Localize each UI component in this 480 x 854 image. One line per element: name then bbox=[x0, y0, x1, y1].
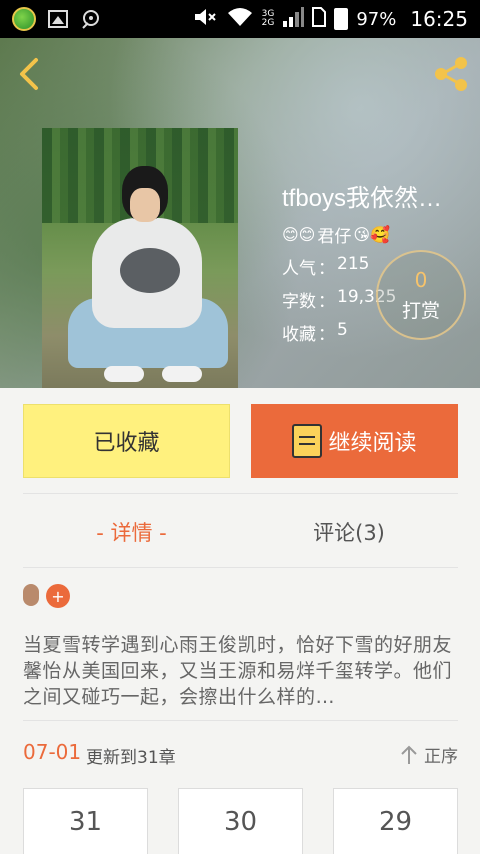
favorites-value: 5 bbox=[337, 320, 348, 340]
mute-icon bbox=[192, 6, 218, 33]
cover-shoe-right bbox=[162, 366, 202, 382]
book-cover[interactable] bbox=[42, 128, 238, 388]
tab-comments[interactable]: 评论(3) bbox=[240, 510, 458, 554]
book-icon bbox=[292, 424, 323, 458]
favorited-label: 已收藏 bbox=[93, 431, 160, 456]
sync-icon bbox=[80, 8, 104, 30]
divider bbox=[23, 567, 458, 568]
chevron-left-icon bbox=[20, 58, 38, 90]
tab-detail[interactable]: - 详情 - bbox=[23, 510, 240, 554]
tag-chip[interactable] bbox=[23, 584, 39, 606]
tab-detail-label: - 详情 - bbox=[96, 521, 167, 545]
plus-icon: + bbox=[51, 586, 65, 606]
share-icon bbox=[435, 57, 467, 91]
update-date: 07-01 bbox=[23, 740, 82, 764]
arrow-up-icon bbox=[401, 745, 417, 764]
tip-label: 打赏 bbox=[401, 299, 440, 322]
network-type: 3G 2G bbox=[262, 10, 275, 28]
chapter-number: 30 bbox=[223, 807, 258, 837]
clock: 16:25 bbox=[410, 7, 468, 31]
update-status: 更新到31章 bbox=[86, 748, 176, 768]
tip-count: 0 bbox=[414, 267, 428, 292]
popularity-stat: 人气： 215 bbox=[282, 254, 370, 279]
wifi-icon bbox=[226, 6, 254, 33]
image-notification-icon bbox=[48, 10, 68, 28]
book-summary[interactable]: 当夏雪转学遇到心雨王俊凯时，恰好下雪的好朋友馨怡从美国回来，又当王源和易烊千玺转… bbox=[23, 632, 458, 710]
favorited-button[interactable]: 已收藏 bbox=[23, 404, 230, 478]
tip-button[interactable]: 0 打赏 bbox=[376, 250, 466, 340]
book-header: tfboys我依然… 😊😊 君仔 😘🥰 人气： 215 字数： 19,325 收藏：… bbox=[0, 38, 480, 388]
chapter-tile[interactable]: 31 bbox=[23, 788, 148, 854]
signal-icon bbox=[282, 6, 305, 33]
favorites-label: 收藏 bbox=[282, 325, 316, 345]
add-tag-button[interactable]: + bbox=[46, 584, 70, 608]
divider bbox=[23, 720, 458, 721]
author-name: 君仔 bbox=[317, 227, 352, 247]
app-notification-icon bbox=[12, 7, 36, 31]
tab-comments-label: 评论(3) bbox=[313, 521, 385, 545]
popularity-value: 215 bbox=[337, 254, 370, 274]
chapter-number: 31 bbox=[68, 807, 103, 837]
words-label: 字数 bbox=[282, 292, 316, 312]
chapter-tile[interactable]: 30 bbox=[178, 788, 303, 854]
sort-label: 正序 bbox=[424, 747, 458, 767]
continue-reading-label: 继续阅读 bbox=[328, 431, 417, 456]
smile-emoji-icon: 😊😊 bbox=[282, 225, 316, 244]
sort-toggle[interactable]: 正序 bbox=[400, 742, 458, 767]
share-button[interactable] bbox=[430, 54, 470, 94]
chapter-tile[interactable]: 29 bbox=[333, 788, 458, 854]
favorites-stat: 收藏： 5 bbox=[282, 320, 348, 345]
divider bbox=[23, 493, 458, 494]
battery-percent: 97% bbox=[356, 8, 397, 30]
popularity-label: 人气 bbox=[282, 259, 316, 279]
continue-reading-button[interactable]: 继续阅读 bbox=[251, 404, 458, 478]
sim-icon bbox=[312, 6, 327, 32]
back-button[interactable] bbox=[12, 54, 52, 94]
author-row[interactable]: 😊😊 君仔 😘🥰 bbox=[282, 222, 390, 247]
cover-shoe-left bbox=[104, 366, 144, 382]
heart-emoji-icon: 😘🥰 bbox=[353, 225, 390, 244]
battery-icon bbox=[334, 8, 349, 30]
network-bottom-label: 2G bbox=[261, 18, 275, 28]
chapter-number: 29 bbox=[378, 807, 413, 837]
book-title: tfboys我依然… bbox=[282, 185, 443, 212]
cover-face bbox=[130, 188, 160, 222]
status-bar: 3G 2G 97% 16:25 bbox=[0, 0, 480, 38]
cover-shirt-print bbox=[120, 248, 180, 293]
